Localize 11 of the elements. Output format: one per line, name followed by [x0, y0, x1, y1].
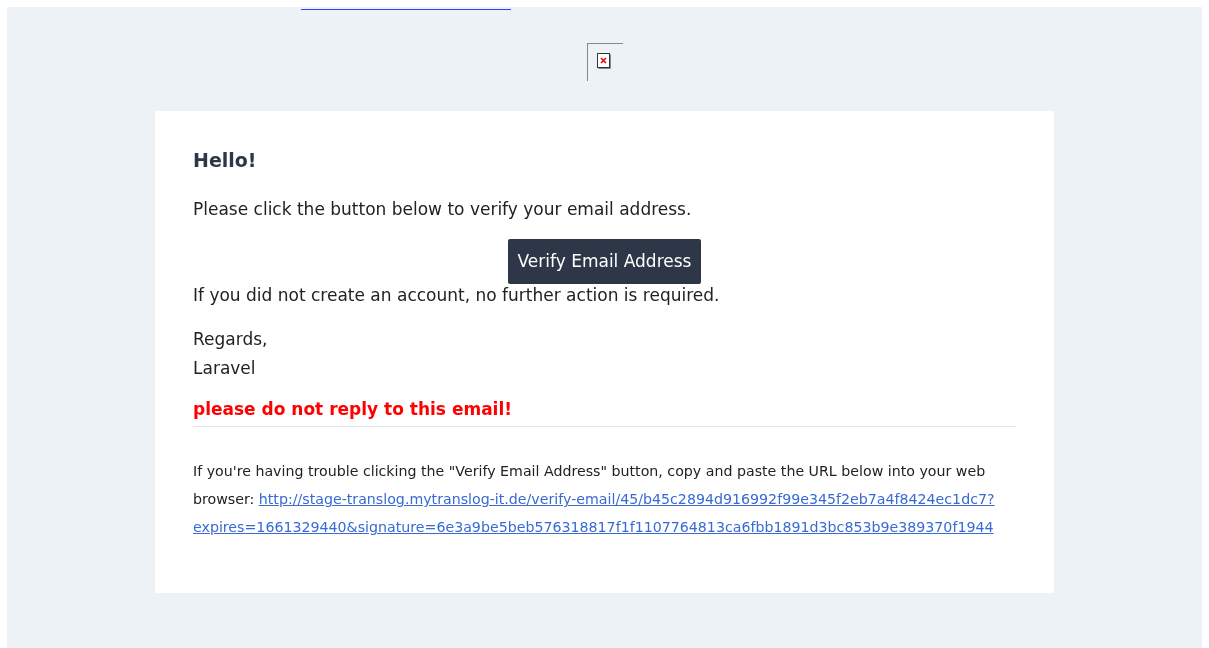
greeting-heading: Hello!: [193, 149, 258, 172]
intro-text: Please click the button below to verify your email address.: [193, 197, 693, 221]
signature-text: Laravel: [193, 357, 257, 381]
outro-text: If you did not create an account, no further action is required.: [193, 284, 721, 308]
subcopy-text: If you're having trouble clicking the "Verify Email Address" button, copy and paste the URL below into your web browser: http://stage-translog.mytranslog-it.de/verify-email/45/b45c2894d916992f99e345f2eb7a4f8424ec1dc7? expires=1661329440&signature=6e3a9be5beb576318817f1f1107764813ca6fbb1891d3bc853b9e389370f1944: [193, 462, 996, 538]
broken-image-icon: [586, 43, 623, 81]
verification-link[interactable]: expires=1661329440&signature=6e3a9be5beb576318817f1f1107764813ca6fbb1891d3bc853b9e389370f1944: [193, 519, 994, 536]
verify-email-button[interactable]: Verify Email Address: [507, 238, 702, 285]
salutation-text: Regards,: [193, 328, 269, 352]
verification-link[interactable]: http://stage-translog.mytranslog-it.de/verify-email/45/b45c2894d916992f99e345f2eb7a4f8424ec1dc7?: [258, 491, 995, 508]
warning-text: please do not reply to this email!: [193, 396, 1016, 428]
